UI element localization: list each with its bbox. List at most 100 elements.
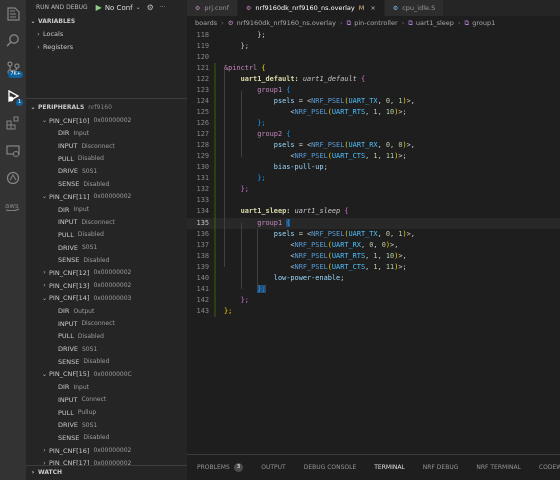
- code-line[interactable]: 130 bias-pull-up;: [187, 162, 560, 173]
- code-line[interactable]: 134 uart1_sleep: uart1_sleep {: [187, 206, 560, 217]
- panel-tab-debug-console[interactable]: DEBUG CONSOLE: [304, 455, 357, 480]
- field-row[interactable]: DIR Output: [26, 305, 187, 318]
- code-line[interactable]: 138 <NRF_PSEL(UART_RTS, 1, 10)>,: [187, 251, 560, 262]
- field-row[interactable]: DRIVE S0S1: [26, 343, 187, 356]
- field-row[interactable]: INPUT Disconnect: [26, 216, 187, 229]
- panel-tab-problems[interactable]: PROBLEMS 3: [197, 455, 244, 480]
- code-line[interactable]: 118 };: [187, 30, 560, 41]
- chevron-right-icon: ›: [43, 269, 46, 277]
- line-number: 130: [196, 163, 209, 172]
- watch-section-header[interactable]: › WATCH: [26, 465, 187, 480]
- variables-section-header[interactable]: ⌄ VARIABLES: [26, 15, 187, 28]
- code-line[interactable]: 121 &pinctrl {: [187, 63, 560, 74]
- field-row[interactable]: PULL Disabled: [26, 229, 187, 242]
- breadcrumb-item[interactable]: nrf9160dk_nrf9160_ns.overlay: [237, 19, 336, 27]
- debug-config-select[interactable]: ▶ No Conf ⌄: [96, 3, 141, 12]
- panel-tab-output[interactable]: OUTPUT: [261, 455, 285, 480]
- breadcrumb-item[interactable]: boards: [195, 19, 217, 27]
- peripherals-section-header[interactable]: ⌄ PERIPHERALS nrf9160: [26, 101, 187, 114]
- breadcrumb-item[interactable]: group1: [472, 19, 495, 27]
- code-line[interactable]: 135 group1 {: [187, 217, 560, 229]
- field-row[interactable]: SENSE Disabled: [26, 355, 187, 368]
- explorer-icon[interactable]: [5, 6, 21, 22]
- code-line[interactable]: 139 <NRF_PSEL(UART_CTS, 1, 11)>;: [187, 262, 560, 273]
- code-line[interactable]: 132 };: [187, 184, 560, 195]
- field-row[interactable]: DRIVE S0S1: [26, 241, 187, 254]
- field-row[interactable]: INPUT Disconnect: [26, 140, 187, 153]
- panel-tab-nrf-terminal[interactable]: NRF TERMINAL: [476, 455, 521, 480]
- settings-file-icon: ⚙: [246, 4, 252, 12]
- register-row[interactable]: › PIN_CNF[16] 0x00000002: [26, 444, 187, 457]
- nrf-connect-icon[interactable]: [5, 170, 21, 186]
- field-row[interactable]: PULL Disabled: [26, 330, 187, 343]
- register-row[interactable]: ⌄ PIN_CNF[14] 0x00000003: [26, 292, 187, 305]
- tab-0[interactable]: ⚙ prj.conf: [187, 0, 239, 16]
- field-row[interactable]: PULL Disabled: [26, 152, 187, 165]
- panel-tab-terminal[interactable]: TERMINAL: [374, 455, 405, 480]
- register-row[interactable]: › PIN_CNF[13] 0x00000002: [26, 279, 187, 292]
- field-row[interactable]: DIR Input: [26, 203, 187, 216]
- tab-1[interactable]: ⚙ nrf9160dk_nrf9160_ns.overlay M ×: [238, 0, 385, 16]
- code-token: >;: [398, 262, 407, 271]
- panel-tab-codewhisperer-r[interactable]: CODEWHISPERER R: [539, 455, 560, 480]
- field-row[interactable]: SENSE Disabled: [26, 178, 187, 191]
- code-line[interactable]: 122 uart1_default: uart1_default {: [187, 74, 560, 85]
- code-line[interactable]: 133: [187, 195, 560, 206]
- field-row[interactable]: DIR Input: [26, 381, 187, 394]
- code-line[interactable]: 125 <NRF_PSEL(UART_RTS, 1, 10)>;: [187, 107, 560, 118]
- code-line[interactable]: 141 };: [187, 284, 560, 295]
- aws-icon[interactable]: aws: [5, 198, 21, 214]
- remote-explorer-icon[interactable]: [5, 143, 21, 159]
- register-row[interactable]: ⌄ PIN_CNF[15] 0x0000000C: [26, 368, 187, 381]
- tab-2[interactable]: ⚙ cpu_idle.S: [384, 0, 445, 16]
- panel-tab-nrf-debug[interactable]: NRF DEBUG: [423, 455, 459, 480]
- code-line[interactable]: 142 };: [187, 295, 560, 306]
- code-line[interactable]: 131 };: [187, 173, 560, 184]
- code-line[interactable]: 136 psels = <NRF_PSEL(UART_TX, 0, 1)>,: [187, 229, 560, 240]
- gear-icon[interactable]: ⚙: [147, 3, 154, 12]
- code-line[interactable]: 123 group1 {: [187, 85, 560, 96]
- tree-item-label: PIN_CNF[14]: [49, 294, 90, 303]
- indent-guide: [224, 68, 225, 268]
- code-editor[interactable]: 118 }; 119 }; 120 121 &pinctrl {122 uart1_de…: [187, 30, 560, 454]
- code-line[interactable]: 140 low-power-enable;: [187, 273, 560, 284]
- code-line[interactable]: 129 <NRF_PSEL(UART_CTS, 1, 11)>;: [187, 151, 560, 162]
- field-row[interactable]: DRIVE S0S1: [26, 419, 187, 432]
- code-line[interactable]: 126 };: [187, 118, 560, 129]
- code-line[interactable]: 119 };: [187, 41, 560, 52]
- breadcrumb-item[interactable]: pin-controller: [354, 19, 397, 27]
- tree-item-value: Disabled: [77, 231, 104, 239]
- start-debug-icon[interactable]: ▶: [96, 3, 102, 12]
- tree-item-locals[interactable]: › Locals: [26, 28, 187, 41]
- field-row[interactable]: INPUT Disconnect: [26, 317, 187, 330]
- code-token: {: [286, 130, 291, 139]
- source-control-icon[interactable]: 7K+: [5, 60, 23, 78]
- close-icon[interactable]: ×: [370, 4, 375, 12]
- code-token: UART_CTS: [331, 262, 366, 271]
- field-row[interactable]: SENSE Disabled: [26, 254, 187, 267]
- field-row[interactable]: DIR Input: [26, 127, 187, 140]
- more-icon[interactable]: ···: [160, 4, 166, 11]
- field-row[interactable]: DRIVE S0S1: [26, 165, 187, 178]
- register-row[interactable]: › PIN_CNF[12] 0x00000002: [26, 267, 187, 280]
- code-line[interactable]: 127 group2 {: [187, 129, 560, 140]
- field-row[interactable]: INPUT Connect: [26, 394, 187, 407]
- code-line[interactable]: 124 psels = <NRF_PSEL(UART_TX, 0, 1)>,: [187, 96, 560, 107]
- code-line[interactable]: 137 <NRF_PSEL(UART_RX, 0, 0)>,: [187, 240, 560, 251]
- field-row[interactable]: PULL Pullup: [26, 406, 187, 419]
- code-token: = <: [294, 141, 312, 150]
- extensions-icon[interactable]: [5, 115, 21, 131]
- search-icon[interactable]: [5, 32, 21, 48]
- register-row[interactable]: ⌄ PIN_CNF[11] 0x00000002: [26, 191, 187, 204]
- run-debug-icon[interactable]: 1: [5, 88, 23, 106]
- tree-item-registers[interactable]: › Registers: [26, 41, 187, 54]
- line-number: 137: [196, 240, 209, 249]
- code-token: uart1_sleep: [294, 207, 341, 216]
- code-line[interactable]: 128 psels = <NRF_PSEL(UART_RX, 0, 0)>,: [187, 140, 560, 151]
- register-row[interactable]: ⌄ PIN_CNF[10] 0x00000002: [26, 114, 187, 127]
- code-line[interactable]: 143};: [187, 306, 560, 317]
- code-line[interactable]: 120: [187, 52, 560, 63]
- breadcrumb-item[interactable]: uart1_sleep: [416, 19, 454, 27]
- field-row[interactable]: SENSE Disabled: [26, 432, 187, 445]
